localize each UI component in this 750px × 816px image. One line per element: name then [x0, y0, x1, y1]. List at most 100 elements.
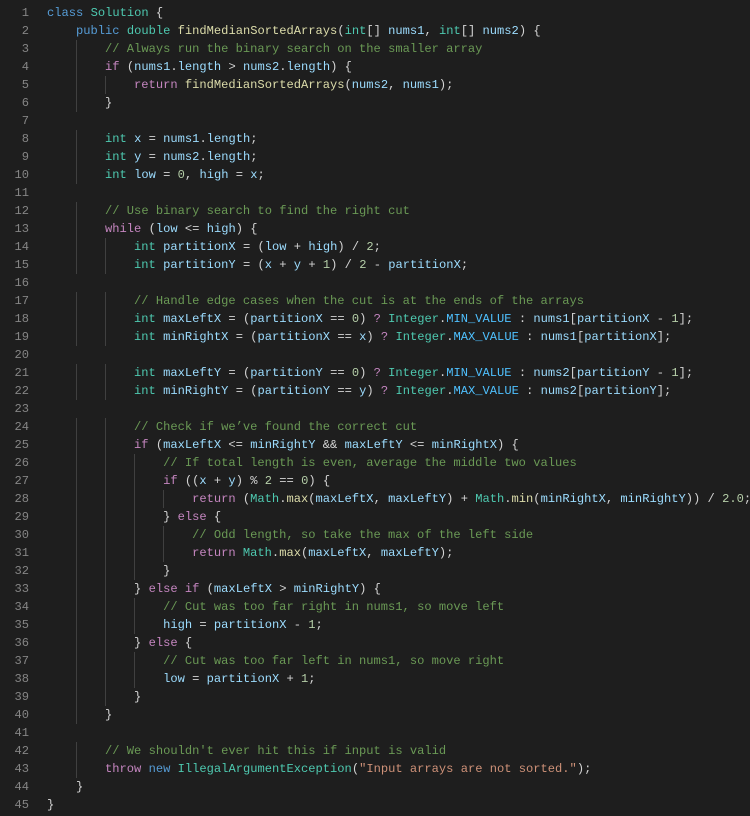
- keyword: throw: [105, 762, 142, 776]
- code-comment: // Always run the binary search on the s…: [105, 42, 483, 56]
- code-comment: // Check if we’ve found the correct cut: [134, 420, 418, 434]
- indent-guide: [105, 472, 134, 490]
- code-token: }: [76, 780, 84, 794]
- code-token: ): [337, 240, 345, 254]
- code-token: .: [438, 312, 447, 326]
- code-token: ): [518, 24, 527, 38]
- code-token: );: [438, 78, 454, 92]
- code-line: 15 int partitionY = (x + y + 1) / 2 - par…: [0, 256, 750, 274]
- code-token: {: [184, 636, 193, 650]
- code-line: 17 // Handle edge cases when the cut is a…: [0, 292, 750, 310]
- indent-guide: [76, 616, 105, 634]
- identifier: maxLeftY: [380, 546, 439, 560]
- line-number: 31: [14, 546, 29, 560]
- indent-guide: [76, 598, 105, 616]
- indent-guide: [76, 436, 105, 454]
- indent-guide: [47, 580, 76, 598]
- indent-guide: [47, 166, 76, 184]
- keyword: Math: [242, 546, 272, 560]
- identifier: high: [206, 222, 236, 236]
- code-text: class Solution {: [47, 4, 163, 22]
- indent-guide: [47, 652, 76, 670]
- indent-guide: [134, 652, 163, 670]
- keyword: Math: [475, 492, 505, 506]
- indent-guide: [163, 544, 192, 562]
- code-text: // Cut was too far left in nums1, so mov…: [47, 652, 504, 670]
- code-token: =: [235, 168, 244, 182]
- keyword: int: [438, 24, 461, 38]
- code-text: int partitionY = (x + y + 1) / 2 - parti…: [47, 256, 468, 274]
- line-number: 19: [14, 330, 29, 344]
- indent-guide: [47, 328, 76, 346]
- code-token: ];: [678, 366, 694, 380]
- indent-guide: [47, 238, 76, 256]
- code-line: 43 throw new IllegalArgumentException("In…: [0, 760, 750, 778]
- code-line: 3 // Always run the binary search on the …: [0, 40, 750, 58]
- indent-guide: [105, 652, 134, 670]
- code-token: ];: [656, 384, 672, 398]
- code-text: }: [47, 688, 141, 706]
- indent-guide: [76, 526, 105, 544]
- code-token: ): [359, 366, 367, 380]
- keyword: IllegalArgumentException: [177, 762, 352, 776]
- indent-guide: [47, 778, 76, 796]
- code-line: 2 public double findMedianSortedArrays(in…: [0, 22, 750, 40]
- code-token: );: [438, 546, 454, 560]
- keyword: else: [148, 636, 178, 650]
- code-comment: // We shouldn't ever hit this if input i…: [105, 744, 447, 758]
- indent-guide: [76, 40, 105, 58]
- indent-guide: [105, 238, 134, 256]
- code-token: }: [105, 96, 113, 110]
- indent-guide: [47, 292, 76, 310]
- ternary-operator: ?: [373, 312, 381, 326]
- indent-guide: [163, 526, 192, 544]
- line-number: 30: [14, 528, 29, 542]
- indent-guide: [47, 130, 76, 148]
- indent-guide: [76, 742, 105, 760]
- identifier: high: [308, 240, 338, 254]
- indent-guide: [76, 310, 105, 328]
- indent-guide: [76, 418, 105, 436]
- indent-guide: [76, 382, 105, 400]
- code-line: 36} else {: [0, 634, 750, 652]
- code-line: 22 int minRightY = (partitionY == y) ? In…: [0, 382, 750, 400]
- indent-guide: [163, 490, 192, 508]
- line-number: 34: [14, 600, 29, 614]
- indent-guide: [76, 508, 105, 526]
- identifier: high: [199, 168, 229, 182]
- identifier: x: [134, 132, 142, 146]
- line-number: 7: [21, 114, 29, 128]
- indent-guide: [76, 58, 105, 76]
- code-editor[interactable]: 1 class Solution {2 public double findMedi…: [0, 0, 750, 814]
- number-literal: 2: [359, 258, 367, 272]
- indent-guide: [47, 382, 76, 400]
- identifier: maxLeftX: [163, 312, 222, 326]
- code-token: .: [271, 546, 280, 560]
- indent-guide: [76, 544, 105, 562]
- code-token: (: [242, 492, 251, 506]
